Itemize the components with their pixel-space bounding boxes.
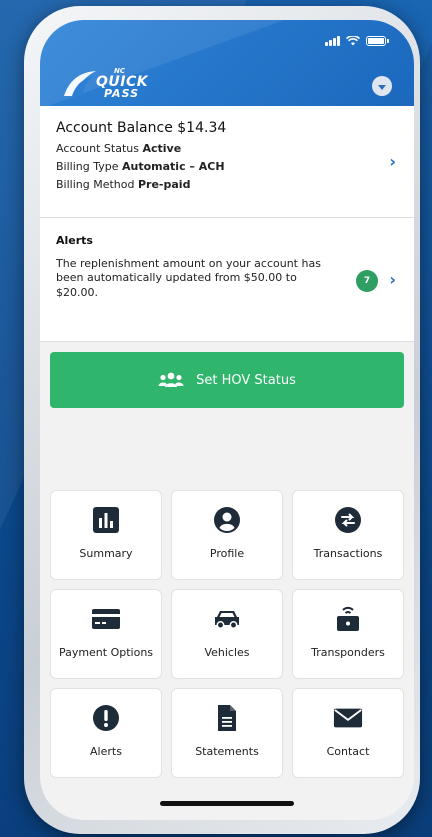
tile-payment-options-label: Payment Options — [58, 646, 154, 659]
tile-transponders[interactable]: Transponders — [292, 589, 404, 679]
user-icon — [212, 505, 242, 535]
logo-pass-text: PASS — [104, 87, 140, 100]
tile-payment-options[interactable]: Payment Options — [50, 589, 162, 679]
document-icon — [212, 703, 242, 733]
wifi-icon — [346, 36, 360, 46]
account-balance-line: Account Balance $14.34 — [56, 120, 398, 136]
app-screen: NC QUICK PASS Account Balance $14.34 Acc… — [40, 20, 414, 820]
billing-type-label: Billing Type — [56, 160, 119, 173]
chevron-right-icon[interactable]: › — [389, 270, 396, 289]
account-balance-value: $14.34 — [177, 120, 227, 136]
account-menu-dropdown-button[interactable] — [372, 76, 392, 96]
tile-transponders-label: Transponders — [311, 646, 385, 659]
group-icon — [158, 372, 184, 387]
app-header: NC QUICK PASS — [40, 20, 414, 106]
tile-statements[interactable]: Statements — [171, 688, 283, 778]
tile-transactions-label: Transactions — [313, 547, 383, 560]
status-bar — [325, 36, 389, 46]
bar-chart-icon — [91, 505, 121, 535]
account-status-value: Active — [142, 142, 182, 155]
car-icon — [212, 604, 242, 634]
signal-icon — [325, 36, 340, 46]
alerts-count-badge: 7 — [356, 270, 378, 292]
tile-vehicles-label: Vehicles — [204, 646, 250, 659]
billing-method-label: Billing Method — [56, 178, 135, 191]
tile-profile[interactable]: Profile — [171, 490, 283, 580]
set-hov-status-label: Set HOV Status — [196, 372, 296, 388]
transfer-icon — [333, 505, 363, 535]
tile-summary[interactable]: Summary — [50, 490, 162, 580]
home-indicator[interactable] — [160, 801, 294, 806]
credit-card-icon — [91, 604, 121, 634]
billing-type-value: Automatic – ACH — [122, 160, 225, 173]
tile-profile-label: Profile — [209, 547, 245, 560]
tile-alerts-label: Alerts — [90, 745, 122, 758]
billing-method-value: Pre-paid — [137, 178, 191, 191]
tile-contact-label: Contact — [326, 745, 370, 758]
tile-contact[interactable]: Contact — [292, 688, 404, 778]
account-status-label: Account Status — [56, 142, 139, 155]
set-hov-status-button[interactable]: Set HOV Status — [50, 352, 404, 408]
exclamation-icon — [91, 703, 121, 733]
nc-quick-pass-logo: NC QUICK PASS — [60, 68, 152, 100]
tile-vehicles[interactable]: Vehicles — [171, 589, 283, 679]
chevron-right-icon[interactable]: › — [389, 152, 396, 171]
account-summary-card[interactable]: Account Balance $14.34 Account Status Ac… — [40, 106, 414, 218]
tile-statements-label: Statements — [195, 745, 259, 758]
menu-grid: Summary Profile Transactions Payment Opt… — [50, 490, 404, 778]
account-status-line: Account Status Active — [56, 142, 398, 155]
alerts-card[interactable]: Alerts The replenishment amount on your … — [40, 218, 414, 342]
alerts-title: Alerts — [56, 234, 93, 247]
transponder-icon — [333, 604, 363, 634]
battery-icon — [366, 36, 389, 46]
alerts-message: The replenishment amount on your account… — [56, 257, 321, 299]
tile-alerts[interactable]: Alerts — [50, 688, 162, 778]
account-balance-label: Account Balance — [56, 120, 173, 136]
tile-transactions[interactable]: Transactions — [292, 490, 404, 580]
envelope-icon — [333, 703, 363, 733]
billing-method-line: Billing Method Pre-paid — [56, 178, 398, 191]
tile-summary-label: Summary — [79, 547, 133, 560]
billing-type-line: Billing Type Automatic – ACH — [56, 160, 398, 173]
